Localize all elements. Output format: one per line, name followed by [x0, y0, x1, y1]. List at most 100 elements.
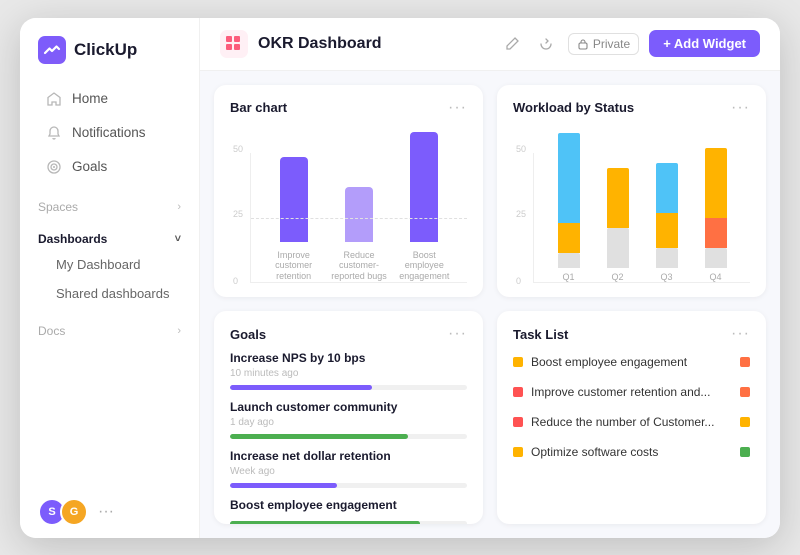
bar-chart-inner: 50 25 0 Improve customer retention Reduc…: [250, 153, 467, 283]
q3-seg-yellow: [656, 213, 678, 248]
sidebar-item-notifications[interactable]: Notifications: [28, 117, 191, 149]
workload-chart-area: 50 25 0 Q1: [513, 125, 750, 284]
task-name-2: Reduce the number of Customer...: [531, 415, 732, 429]
task-dot-3: [513, 447, 523, 457]
logo: ClickUp: [20, 18, 199, 74]
goals-card-header: Goals ···: [230, 325, 467, 343]
sidebar-item-home[interactable]: Home: [28, 83, 191, 115]
task-flag-2: [740, 417, 750, 427]
q1-seg-blue: [558, 133, 580, 223]
workload-chart-title: Workload by Status: [513, 100, 634, 115]
bar-group-2: Boost employee engagement: [394, 132, 454, 282]
sidebar-nav: Home Notifications Goals: [20, 74, 199, 350]
y-label-0: 0: [233, 276, 238, 286]
docs-chevron-icon: ›: [177, 325, 181, 337]
home-icon: [46, 91, 62, 107]
task-list-menu[interactable]: ···: [731, 325, 750, 343]
task-dot-1: [513, 387, 523, 397]
sidebar-section-docs[interactable]: Docs ›: [20, 314, 199, 342]
task-flag-1: [740, 387, 750, 397]
goal-track-0: [230, 385, 467, 390]
task-dot-2: [513, 417, 523, 427]
q4-seg-gray: [705, 248, 727, 268]
dashboard-grid: Bar chart ··· 50 25 0 Improve customer r…: [200, 71, 780, 538]
bar-group-1: Reduce customer-reported bugs: [329, 187, 389, 282]
app-window: ClickUp Home Notifications: [20, 18, 780, 538]
goals-card: Goals ··· Increase NPS by 10 bps 10 minu…: [214, 311, 483, 524]
bar-2: [410, 132, 438, 242]
add-widget-button[interactable]: + Add Widget: [649, 30, 760, 57]
q1-seg-yellow: [558, 223, 580, 253]
topbar-actions: Private + Add Widget: [500, 30, 760, 57]
task-name-0: Boost employee engagement: [531, 355, 732, 369]
private-badge[interactable]: Private: [568, 33, 639, 55]
bar-group-0: Improve customer retention: [264, 157, 324, 282]
workload-chart-menu[interactable]: ···: [731, 99, 750, 117]
target-icon: [46, 159, 62, 175]
edit-button[interactable]: [500, 32, 524, 56]
goal-name-2: Increase net dollar retention: [230, 449, 467, 463]
y-label-25: 25: [233, 209, 243, 219]
bar-1: [345, 187, 373, 242]
goals-card-menu[interactable]: ···: [448, 325, 467, 343]
w-y-label-0: 0: [516, 276, 521, 286]
bar-chart-card: Bar chart ··· 50 25 0 Improve customer r…: [214, 85, 483, 298]
sidebar-item-shared-dashboards[interactable]: Shared dashboards: [28, 280, 191, 307]
task-name-1: Improve customer retention and...: [531, 385, 732, 399]
bar-label-2: Boost employee engagement: [394, 250, 454, 282]
bar-label-1: Reduce customer-reported bugs: [329, 250, 389, 282]
task-item-3: Optimize software costs: [513, 441, 750, 463]
q1-seg-gray: [558, 253, 580, 268]
goal-item-1: Launch customer community 1 day ago: [230, 400, 467, 439]
task-flag-0: [740, 357, 750, 367]
bar-chart-area: 50 25 0 Improve customer retention Reduc…: [230, 125, 467, 284]
sidebar-section-dashboards[interactable]: Dashboards ˅: [20, 222, 199, 250]
workload-group-q1: Q1: [553, 133, 585, 282]
bar-label-0: Improve customer retention: [264, 250, 324, 282]
dashed-line-25: [251, 218, 467, 219]
q3-seg-gray: [656, 248, 678, 268]
w-y-label-50: 50: [516, 144, 526, 154]
goal-track-2: [230, 483, 467, 488]
avatar-g: G: [60, 498, 88, 526]
logo-text: ClickUp: [74, 40, 137, 60]
sidebar-item-home-label: Home: [72, 91, 108, 106]
q2-seg-yellow: [607, 168, 629, 228]
workload-group-q4: Q4: [700, 148, 732, 282]
goal-fill-0: [230, 385, 372, 390]
task-list-header: Task List ···: [513, 325, 750, 343]
dashboards-chevron-icon: ˅: [175, 233, 181, 245]
task-dot-0: [513, 357, 523, 367]
avatar-stack: S G: [38, 498, 88, 526]
goal-fill-2: [230, 483, 337, 488]
refresh-button[interactable]: [534, 32, 558, 56]
bar-chart-menu[interactable]: ···: [448, 99, 467, 117]
q4-label: Q4: [709, 272, 721, 282]
goal-item-2: Increase net dollar retention Week ago: [230, 449, 467, 488]
lock-icon: [577, 38, 589, 50]
sidebar: ClickUp Home Notifications: [20, 18, 200, 538]
sidebar-bottom: S G ···: [20, 486, 199, 538]
goals-list: Increase NPS by 10 bps 10 minutes ago La…: [230, 351, 467, 524]
workload-chart-inner: 50 25 0 Q1: [533, 153, 750, 283]
stacked-bar-q4: [700, 148, 732, 268]
stacked-bar-q3: [651, 163, 683, 268]
stacked-bar-q1: [553, 133, 585, 268]
goal-fill-1: [230, 434, 408, 439]
q4-seg-yellow: [705, 148, 727, 218]
task-list: Boost employee engagement Improve custom…: [513, 351, 750, 510]
sidebar-item-my-dashboard[interactable]: My Dashboard: [28, 251, 191, 278]
sidebar-item-goals[interactable]: Goals: [28, 151, 191, 183]
sidebar-section-spaces[interactable]: Spaces ›: [20, 190, 199, 218]
bell-icon: [46, 125, 62, 141]
task-item-2: Reduce the number of Customer...: [513, 411, 750, 433]
w-y-label-25: 25: [516, 209, 526, 219]
main-content: OKR Dashboard Private + Add Widget: [200, 18, 780, 538]
workload-chart-card: Workload by Status ··· 50 25 0: [497, 85, 766, 298]
task-name-3: Optimize software costs: [531, 445, 732, 459]
task-list-card: Task List ··· Boost employee engagement …: [497, 311, 766, 524]
spaces-chevron-icon: ›: [177, 201, 181, 213]
goal-item-0: Increase NPS by 10 bps 10 minutes ago: [230, 351, 467, 390]
q3-seg-blue: [656, 163, 678, 213]
goal-track-1: [230, 434, 467, 439]
